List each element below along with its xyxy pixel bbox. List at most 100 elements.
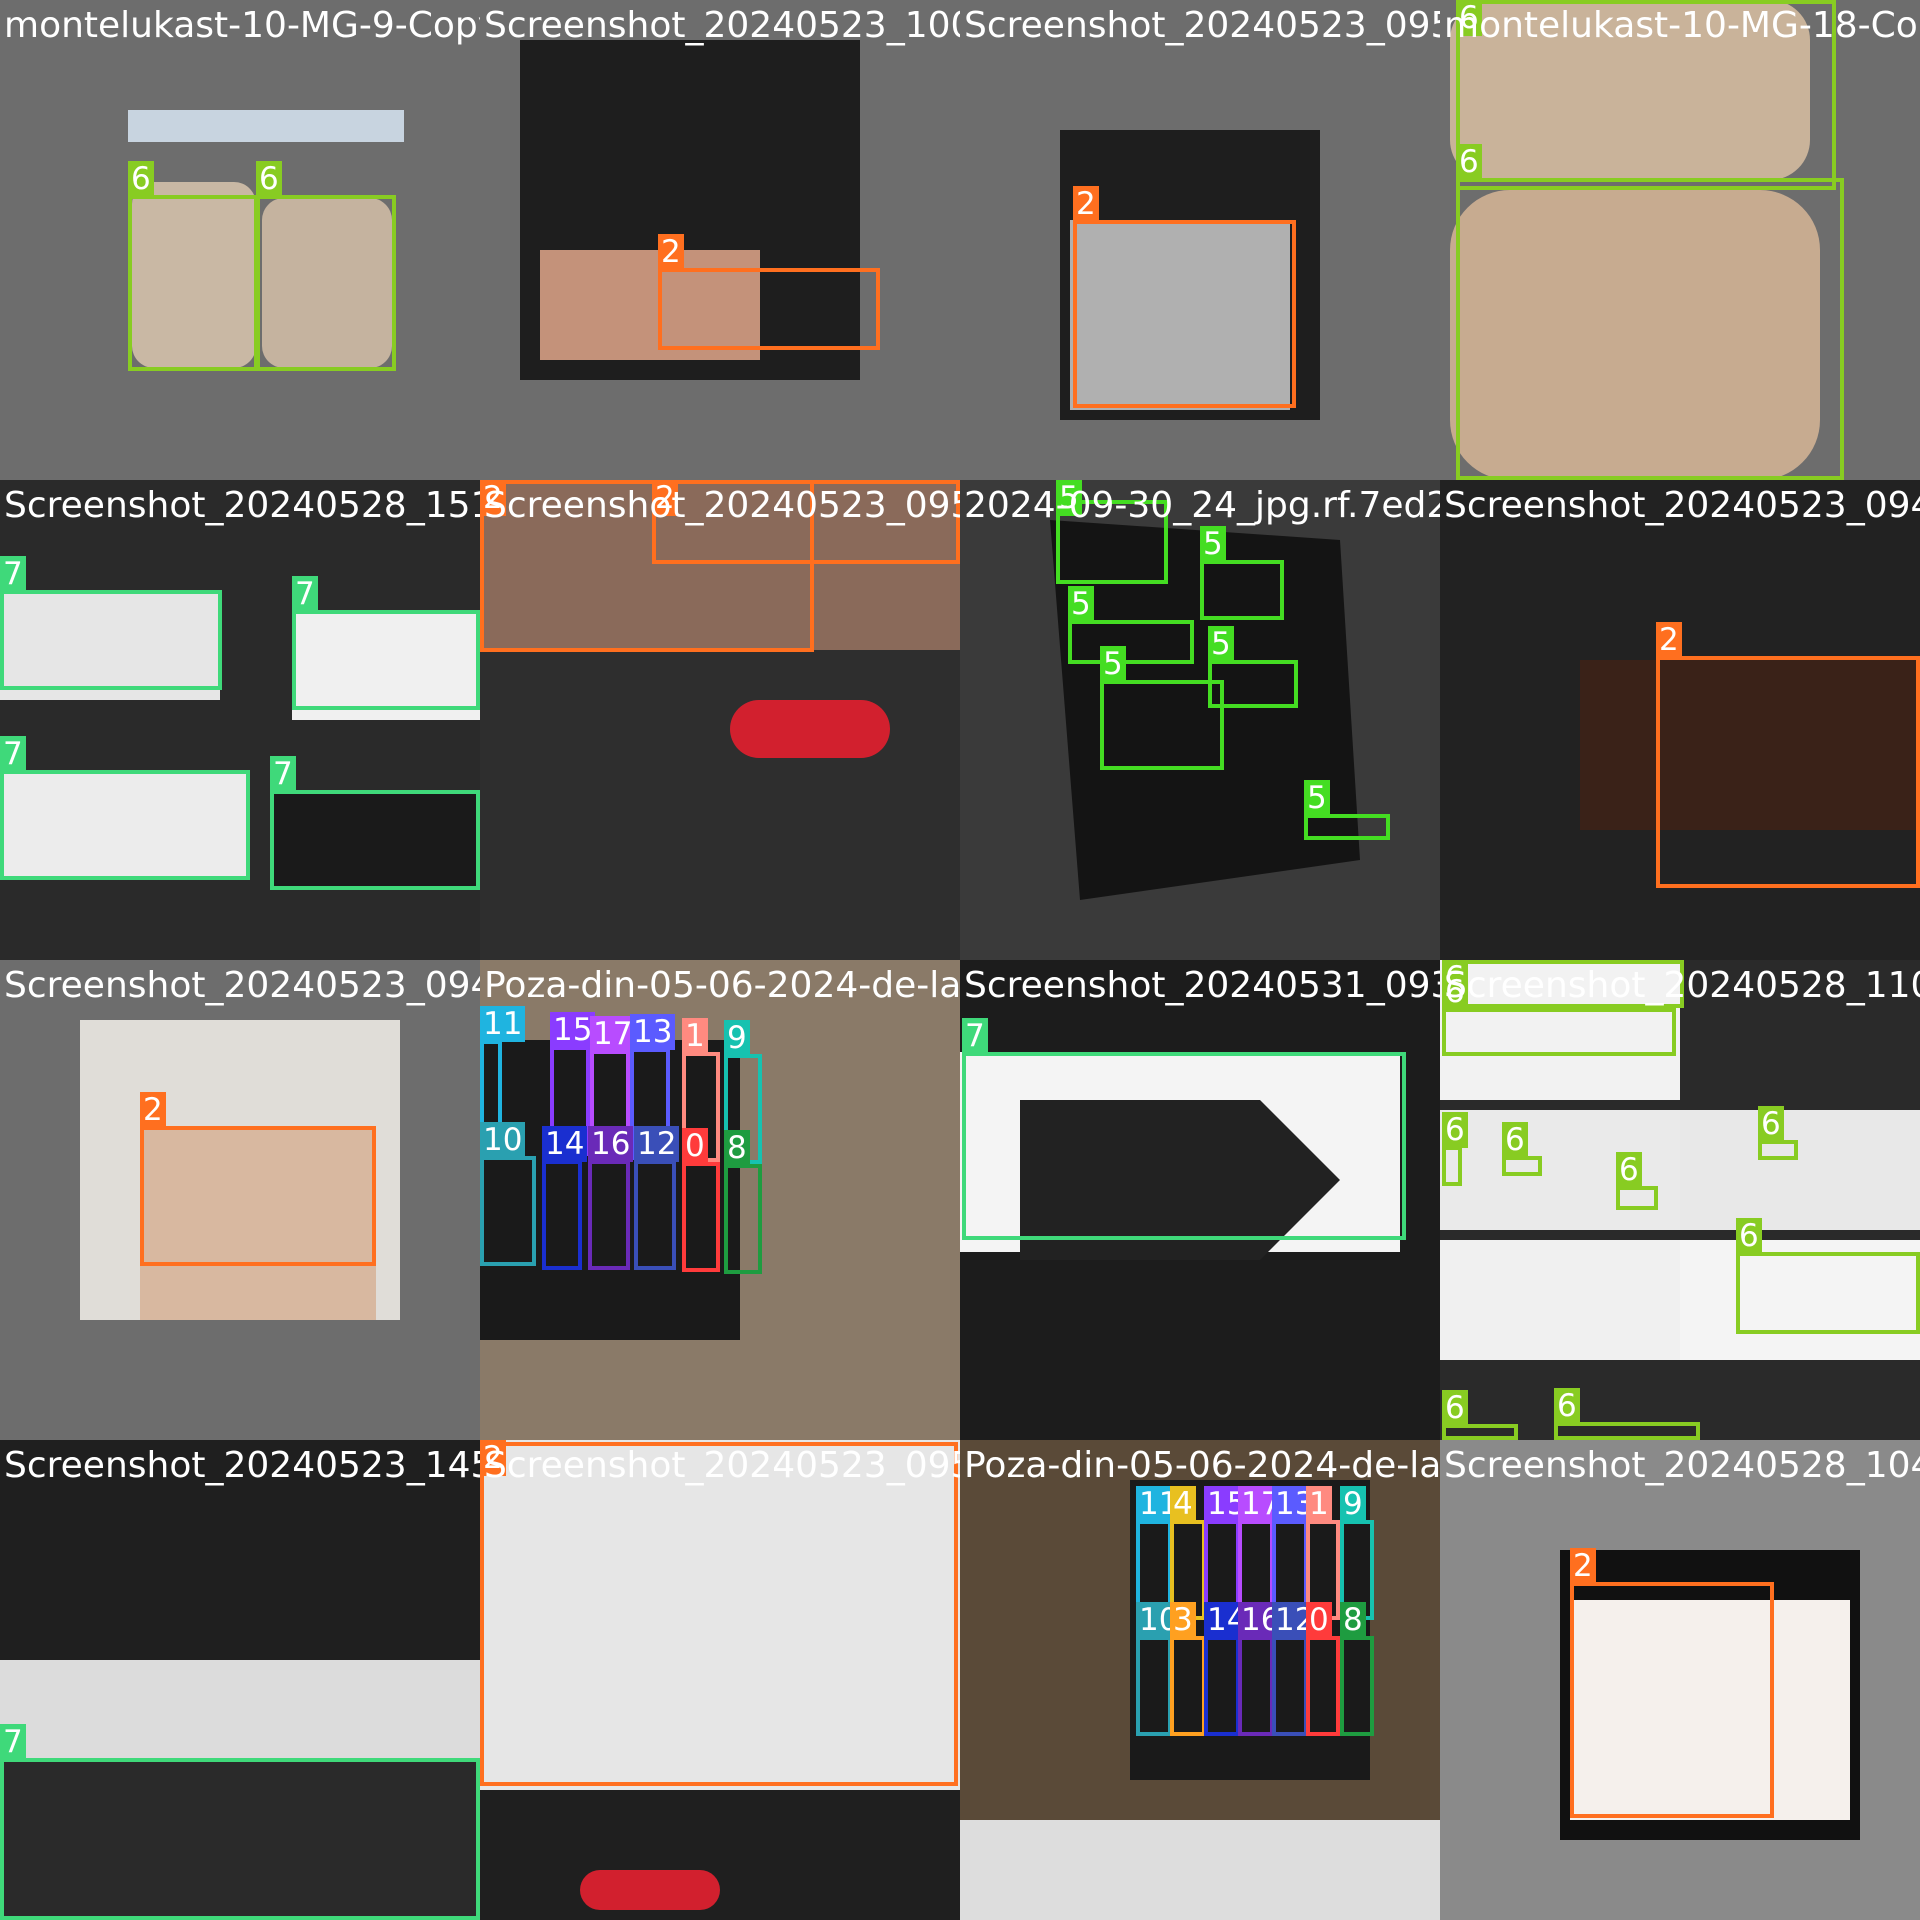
class-label: 4 <box>1170 1486 1196 1522</box>
detection-box <box>0 590 222 690</box>
detection-box <box>480 1442 958 1786</box>
class-label: 6 <box>1502 1122 1528 1158</box>
mosaic-tile: 2 Screenshot_20240523_0949 <box>1440 480 1920 960</box>
class-label: 2 <box>1570 1548 1596 1584</box>
detection-box <box>1758 1140 1798 1160</box>
class-label: 6 <box>1456 144 1482 180</box>
class-label: 7 <box>292 576 318 612</box>
detection-box <box>480 1156 536 1266</box>
class-label: 6 <box>1616 1152 1642 1188</box>
image-filename: Screenshot_20240523_100755_Pinterest_jpg <box>484 5 960 46</box>
detection-box <box>1616 1186 1658 1210</box>
detection-box <box>542 1160 582 1270</box>
class-label: 2 <box>658 234 684 270</box>
class-label: 6 <box>1758 1106 1784 1142</box>
class-label: 6 <box>1442 1112 1468 1148</box>
mosaic-tile: 7 Screenshot_20240523_145612_Pinterest_j… <box>0 1440 480 1920</box>
annotated-image-mosaic: 6 6 montelukast-10-MG-9-Copy_jpg.rf.a 2 … <box>0 0 1920 1920</box>
image-filename: Poza-din-05-06-2024-de-la-15-21-2_jpg.rf <box>964 1445 1440 1486</box>
detection-box <box>1306 1636 1340 1736</box>
detection-box <box>270 790 480 890</box>
class-label: 7 <box>962 1018 988 1054</box>
detection-box <box>1442 1146 1462 1186</box>
image-filename: Screenshot_20240523_095310_Pinterest_jpg <box>484 1445 960 1486</box>
detection-box <box>658 268 880 350</box>
detection-box <box>1238 1636 1274 1736</box>
class-label: 8 <box>1340 1602 1366 1638</box>
detection-box <box>1100 680 1224 770</box>
image-filename: Screenshot_20240523_095107_Pinterest_jpg <box>484 485 960 526</box>
detection-box <box>1073 220 1296 408</box>
class-label: 0 <box>682 1128 708 1164</box>
class-label: 11 <box>480 1006 526 1042</box>
detection-box <box>682 1162 720 1272</box>
class-label: 6 <box>128 161 154 197</box>
detection-box <box>1200 560 1284 620</box>
class-label: 2 <box>140 1092 166 1128</box>
class-label: 7 <box>0 556 26 592</box>
class-label: 5 <box>1200 526 1226 562</box>
detection-box <box>292 610 480 710</box>
class-label: 8 <box>724 1130 750 1166</box>
detection-box <box>1170 1636 1206 1736</box>
detection-box <box>1068 620 1194 664</box>
image-filename: Screenshot_20240528_1046 <box>1444 1445 1920 1486</box>
class-label: 5 <box>1068 586 1094 622</box>
detection-box <box>0 1758 480 1920</box>
mosaic-tile: 6 6 montelukast-10-MG-9-Copy_jpg.rf.a <box>0 0 480 480</box>
image-filename: Poza-din-05-06-2024-de-la-15-34-5_jpg.rf <box>484 965 960 1006</box>
detection-box <box>634 1160 676 1270</box>
detection-box <box>128 195 258 371</box>
detection-box <box>0 770 250 880</box>
mosaic-tile: 2 2 Screenshot_20240523_095107_Pinterest… <box>480 480 960 960</box>
detection-box <box>1554 1422 1700 1440</box>
detection-box <box>1736 1252 1920 1334</box>
class-label: 2 <box>1656 622 1682 658</box>
image-filename: 2024-09-30_24_jpg.rf.7ed2297f94d20780 <box>964 485 1440 526</box>
image-filename: Screenshot_20240523_094551_Pinterest_jpg <box>4 965 480 1006</box>
detection-box <box>962 1052 1406 1240</box>
detection-box <box>1136 1636 1172 1736</box>
detection-box <box>1272 1636 1308 1736</box>
image-filename: montelukast-10-MG-9-Copy_jpg.rf.a <box>4 5 480 46</box>
detection-box <box>140 1126 376 1266</box>
image-filename: Screenshot_20240528_151638_Temu_jpg <box>4 485 480 526</box>
mosaic-tile: 6 6 montelukast-10-MG-18-Cop <box>1440 0 1920 480</box>
class-label: 5 <box>1208 626 1234 662</box>
mosaic-tile: 7 Screenshot_20240531_093051_Chrome_jpg <box>960 960 1440 1440</box>
mosaic-tile: 2 Screenshot_20240523_095310_Pinterest_j… <box>480 1440 960 1920</box>
detection-box <box>1442 1008 1676 1056</box>
detection-box <box>1304 814 1390 840</box>
class-label: 12 <box>634 1126 680 1162</box>
detection-box <box>1340 1636 1374 1736</box>
mosaic-tile: 2 Screenshot_20240523_095300_Pinterest_j… <box>960 0 1440 480</box>
detection-box <box>1570 1582 1774 1818</box>
mosaic-tile: 6 6 6 6 6 6 6 6 6 Screenshot_20240528_11… <box>1440 960 1920 1440</box>
image-filename: Screenshot_20240531_093051_Chrome_jpg <box>964 965 1440 1006</box>
detection-box <box>1656 656 1920 888</box>
mosaic-tile: 2 2 Screenshot_20240523_100755_Pinterest… <box>480 0 960 480</box>
mosaic-tile: 5 5 5 5 5 5 2024-09-30_24_jpg.rf.7ed2297… <box>960 480 1440 960</box>
class-label: 2 <box>1073 186 1099 222</box>
class-label: 6 <box>1736 1218 1762 1254</box>
class-label: 1 <box>1306 1486 1332 1522</box>
detection-box <box>1456 178 1844 480</box>
class-label: 5 <box>1100 646 1126 682</box>
image-filename: montelukast-10-MG-18-Cop <box>1444 5 1920 46</box>
tile-photo <box>480 0 960 480</box>
class-label: 15 <box>550 1012 596 1048</box>
mosaic-tile: 11 15 17 13 1 9 10 14 16 12 0 8 Poza-din… <box>480 960 960 1440</box>
class-label: 7 <box>0 736 26 772</box>
class-label: 16 <box>588 1126 634 1162</box>
class-label: 10 <box>480 1122 526 1158</box>
class-label: 3 <box>1170 1602 1196 1638</box>
mosaic-tile: 2 Screenshot_20240523_094551_Pinterest_j… <box>0 960 480 1440</box>
class-label: 7 <box>0 1724 26 1760</box>
detection-box <box>1204 1636 1240 1736</box>
class-label: 13 <box>630 1014 676 1050</box>
class-label: 6 <box>1554 1388 1580 1424</box>
class-label: 5 <box>1304 780 1330 816</box>
class-label: 1 <box>682 1018 708 1054</box>
class-label: 7 <box>270 756 296 792</box>
class-label: 9 <box>724 1020 750 1056</box>
